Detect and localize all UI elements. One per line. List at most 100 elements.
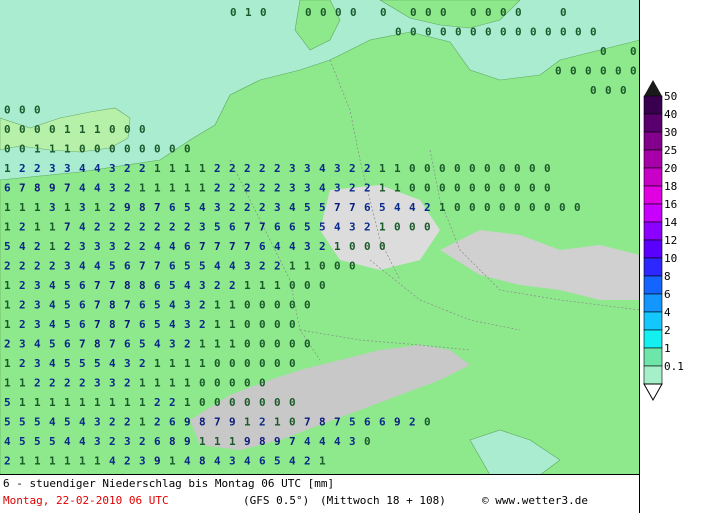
precip-value: 1 [124,396,131,409]
precip-value: 0 [585,65,592,78]
precip-value: 4 [409,201,416,214]
precip-value: 7 [79,338,86,351]
precip-value: 0 [469,201,476,214]
precip-value: 1 [154,182,161,195]
map-footer: 6 - stuendiger Niederschlag bis Montag 0… [0,475,640,513]
precip-value: 4 [289,201,296,214]
precip-value: 2 [229,162,236,175]
precip-value: 1 [79,455,86,468]
precip-value: 0 [529,201,536,214]
precip-value: 1 [169,357,176,370]
precip-value: 0 [289,338,296,351]
precip-value: 3 [199,221,206,234]
precip-value: 0 [19,123,26,136]
precip-value: 0 [364,240,371,253]
precip-value: 0 [600,45,607,58]
precip-value: 1 [49,221,56,234]
precip-value: 1 [4,201,11,214]
precip-value: 3 [229,455,236,468]
precip-value: 0 [289,396,296,409]
precip-value: 0 [395,26,402,39]
precip-value: 0 [454,201,461,214]
legend-swatch [643,365,663,385]
precip-value: 0 [289,416,296,429]
precip-value: 6 [169,416,176,429]
precip-value: 0 [630,65,637,78]
precip-value: 2 [139,162,146,175]
precip-value: 0 [289,357,296,370]
precip-value: 6 [184,240,191,253]
precip-value: 7 [334,416,341,429]
precip-value: 9 [229,416,236,429]
precip-value: 2 [364,162,371,175]
precip-value: 2 [34,240,41,253]
legend-label: 0.1 [664,360,684,373]
precip-value: 0 [544,182,551,195]
precip-value: 5 [304,201,311,214]
precip-value: 7 [124,318,131,331]
precip-value: 6 [124,260,131,273]
precip-value: 7 [304,416,311,429]
precip-value: 0 [575,26,582,39]
precip-value: 0 [410,26,417,39]
precip-value: 1 [394,162,401,175]
precip-value: 4 [169,318,176,331]
precip-value: 2 [4,455,11,468]
precip-value: 3 [49,162,56,175]
precip-value: 7 [139,260,146,273]
precip-value: 0 [484,182,491,195]
precip-value: 0 [124,123,131,136]
legend-label: 12 [664,234,678,247]
precip-value: 1 [94,455,101,468]
precip-value: 9 [244,435,251,448]
precip-value: 1 [64,201,71,214]
precip-value: 2 [154,221,161,234]
precip-value: 4 [319,435,326,448]
precip-value: 1 [214,435,221,448]
precip-value: 5 [109,260,116,273]
precip-value: 0 [425,26,432,39]
precip-value: 2 [124,455,131,468]
precip-value: 9 [184,416,191,429]
precip-value: 1 [64,455,71,468]
precip-value: 1 [64,143,71,156]
precip-value: 4 [184,279,191,292]
precip-value: 3 [34,357,41,370]
legend-label: 18 [664,180,678,193]
precip-value: 5 [49,338,56,351]
precip-value: 2 [229,279,236,292]
precip-value: 2 [4,338,11,351]
precip-value: 2 [109,201,116,214]
precip-value: 2 [214,162,221,175]
precip-value: 2 [49,377,56,390]
precip-value: 3 [64,260,71,273]
legend-swatch [643,221,663,241]
precip-value: 4 [64,435,71,448]
precip-value: 0 [334,260,341,273]
precip-value: 5 [214,221,221,234]
precip-value: 7 [94,279,101,292]
precip-value: 0 [289,279,296,292]
precip-value: 6 [4,182,11,195]
precip-value: 0 [289,299,296,312]
precip-value: 0 [214,377,221,390]
precip-value: 1 [4,318,11,331]
precip-value: 0 [570,65,577,78]
precip-value: 1 [439,201,446,214]
precip-value: 0 [244,357,251,370]
precip-value: 0 [409,162,416,175]
precip-value: 2 [139,221,146,234]
precip-value: 1 [34,455,41,468]
credit-link[interactable]: © www.wetter3.de [482,494,588,507]
precip-value: 7 [64,221,71,234]
precip-value: 4 [169,240,176,253]
precip-value: 0 [260,6,267,19]
precip-value: 2 [304,455,311,468]
precip-value: 0 [409,182,416,195]
precip-value: 5 [379,201,386,214]
precip-value: 0 [469,182,476,195]
precip-value: 1 [259,279,266,292]
precip-value: 2 [124,416,131,429]
precip-value: 1 [94,396,101,409]
precip-value: 0 [259,377,266,390]
